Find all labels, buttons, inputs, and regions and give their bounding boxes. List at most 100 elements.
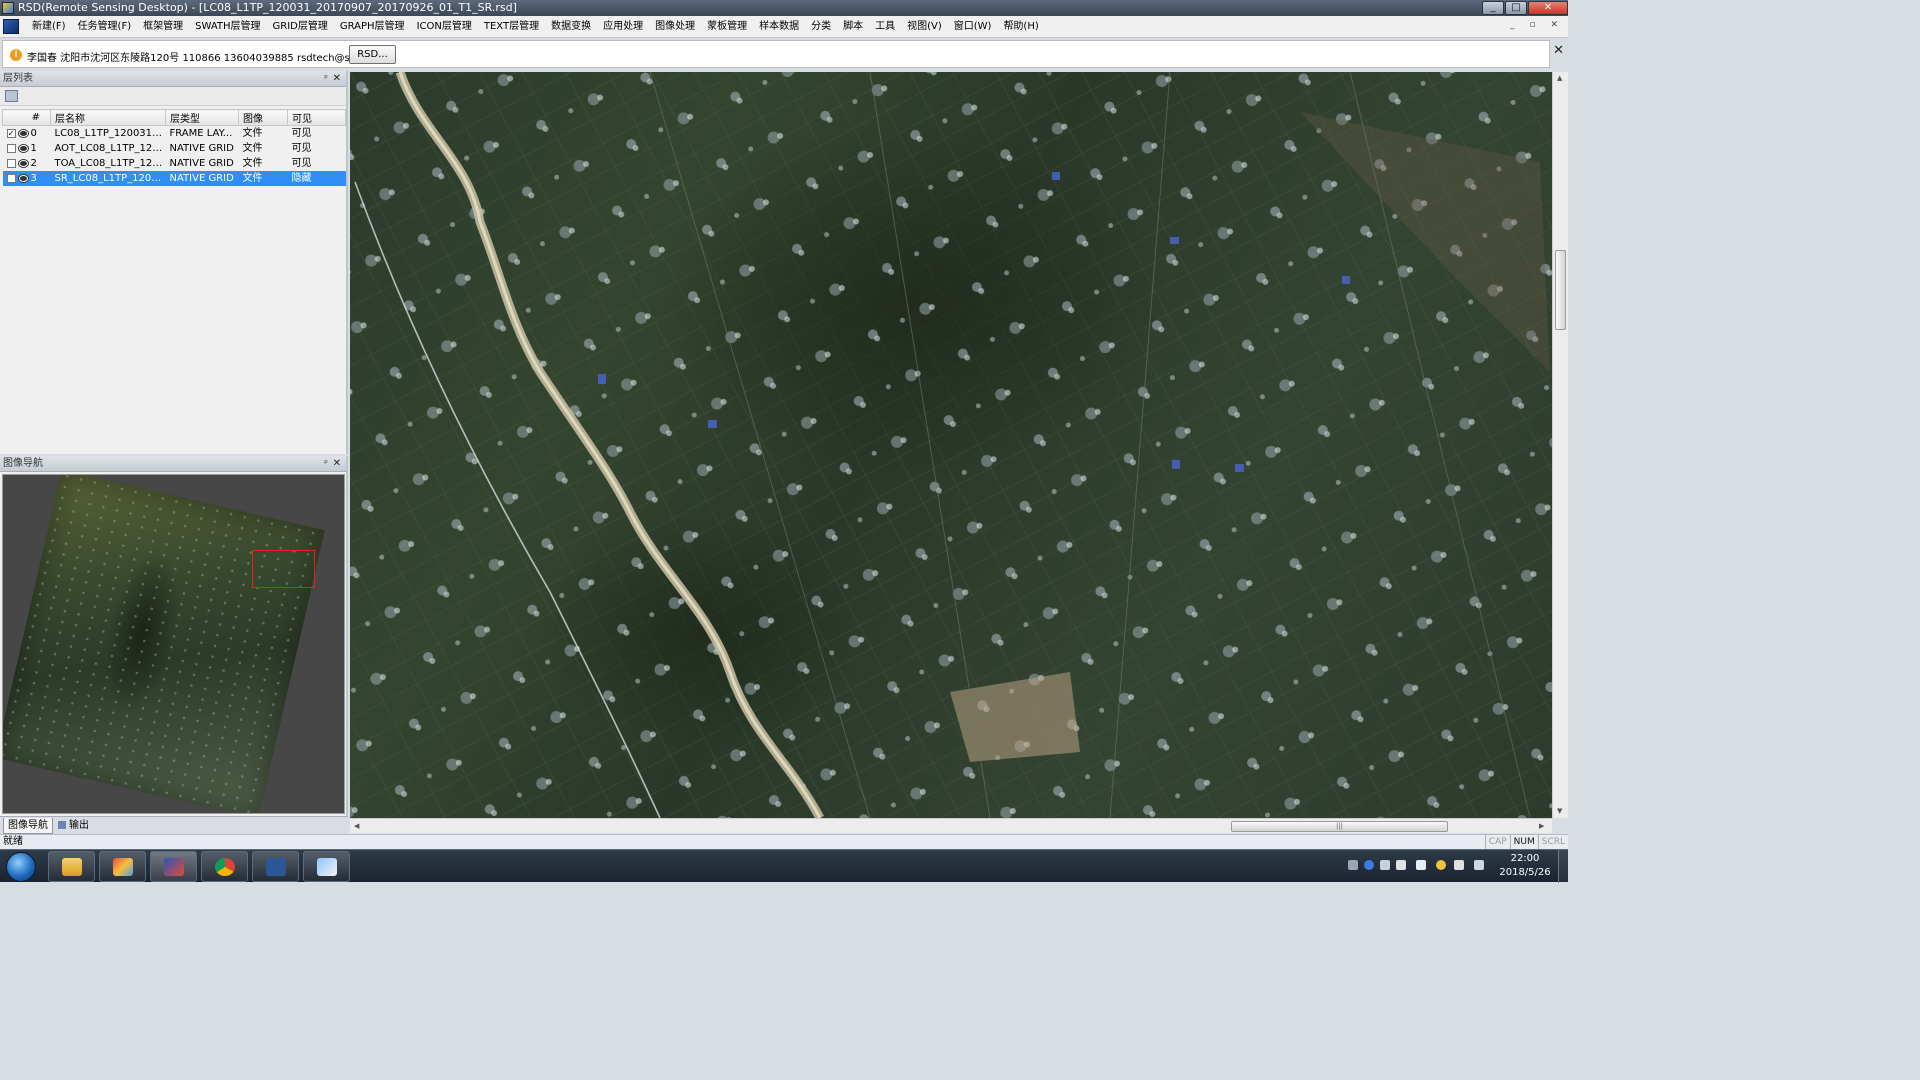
pin-icon[interactable]: ᵖ (324, 71, 328, 87)
menu-item[interactable]: 窗口(W) (948, 16, 998, 38)
system-tray (1340, 854, 1490, 880)
keyboard-icon[interactable] (1348, 860, 1358, 870)
open-layer-icon[interactable] (5, 90, 18, 102)
scroll-down-arrow-icon[interactable]: ▼ (1557, 807, 1562, 815)
taskbar-rsd-desktop[interactable] (150, 851, 197, 882)
image-navigation-panel: 图像导航 ᵖ ✕ (0, 456, 348, 816)
tab-output[interactable]: 输出 (54, 818, 93, 834)
layer-row[interactable]: 3 SR_LC08_L1TP_1200... NATIVE GRID 文件 隐藏 (2, 171, 346, 186)
eye-icon[interactable] (18, 174, 28, 182)
layer-index: 2 (30, 158, 37, 169)
satellite-image-view[interactable] (350, 72, 1552, 818)
start-button[interactable] (6, 852, 36, 882)
menu-item[interactable]: 蒙板管理 (701, 16, 753, 38)
taskbar-rsd-tool[interactable] (99, 851, 146, 882)
menu-item[interactable]: 样本数据 (753, 16, 805, 38)
pin-icon[interactable]: ᵖ (324, 456, 328, 472)
menu-item[interactable]: GRID层管理 (267, 16, 334, 38)
layer-visible-state: 隐藏 (287, 171, 346, 186)
menu-item[interactable]: 脚本 (837, 16, 869, 38)
help-icon[interactable] (1364, 860, 1374, 870)
arrow-up-icon[interactable] (1396, 860, 1406, 870)
menu-item[interactable]: TEXT层管理 (478, 16, 545, 38)
viewport-rectangle[interactable] (252, 550, 315, 588)
column-header-image[interactable]: 图像 (238, 109, 288, 126)
scroll-left-arrow-icon[interactable]: ◀ (354, 822, 359, 830)
folder-icon (62, 858, 82, 876)
layer-row[interactable]: ✓ 0 LC08_L1TP_120031~... FRAME LAY... 文件 可见 (3, 126, 346, 142)
layer-image-source: 文件 (242, 158, 263, 169)
taskbar-chrome[interactable] (201, 851, 248, 882)
menu-item[interactable]: 新建(F) (26, 16, 72, 38)
panel-close-icon[interactable]: ✕ (333, 71, 341, 87)
rsd-logo-icon (3, 19, 19, 34)
horizontal-scrollbar[interactable]: ◀ ||| ▶ (350, 818, 1552, 833)
show-desktop-button[interactable] (1558, 850, 1568, 883)
menu-item[interactable]: 工具 (869, 16, 901, 38)
tab-image-navigation[interactable]: 图像导航 (3, 818, 53, 834)
menu-item[interactable]: 任务管理(F) (72, 16, 138, 38)
layer-table: # 层名称 层类型 图像 可见 ✓ 0 LC08_L1TP_120031~... FR… (2, 109, 346, 186)
close-window-button[interactable]: ✕ (1528, 1, 1568, 15)
layer-row[interactable]: 1 AOT_LC08_L1TP_120... NATIVE GRID 文件 可见 (3, 141, 346, 156)
navigation-overview[interactable] (2, 474, 345, 814)
scroll-right-arrow-icon[interactable]: ▶ (1539, 822, 1544, 830)
mdi-window-controls[interactable]: _ ▫ ✕ (1510, 20, 1564, 30)
layer-type: NATIVE GRID (169, 158, 234, 169)
layer-visibility-checkbox[interactable] (6, 143, 16, 153)
vertical-scroll-thumb[interactable] (1555, 250, 1566, 330)
column-header-index[interactable]: # (2, 109, 51, 126)
column-header-visible[interactable]: 可见 (287, 109, 346, 126)
eye-icon[interactable] (18, 159, 28, 167)
column-header-name[interactable]: 层名称 (50, 109, 166, 126)
satellite-image (350, 72, 1552, 818)
tab-output-label: 输出 (69, 820, 89, 831)
layer-visibility-checkbox[interactable]: ✓ (6, 128, 16, 138)
taskbar-word[interactable] (252, 851, 299, 882)
layer-image-source: 文件 (242, 143, 263, 154)
layer-visibility-checkbox[interactable] (6, 158, 16, 168)
rsd-icon (164, 858, 184, 876)
vertical-scrollbar[interactable]: ▲ ▼ (1552, 72, 1568, 818)
network-icon[interactable] (1416, 860, 1426, 870)
scroll-up-arrow-icon[interactable]: ▲ (1557, 74, 1562, 82)
minimize-button[interactable]: _ (1482, 1, 1504, 15)
menu-item[interactable]: GRAPH层管理 (334, 16, 411, 38)
menu-item[interactable]: 框架管理 (137, 16, 189, 38)
menu-item[interactable]: 分类 (805, 16, 837, 38)
layer-row[interactable]: 2 TOA_LC08_L1TP_120... NATIVE GRID 文件 可见 (3, 156, 346, 171)
clock-date: 2018/5/26 (1499, 867, 1551, 878)
clock[interactable]: 22:00 2018/5/26 (1494, 852, 1556, 880)
nav-panel-header: 图像导航 ᵖ ✕ (0, 456, 346, 472)
action-center-icon[interactable] (1454, 860, 1464, 870)
rsd-button[interactable]: RSD... (349, 45, 396, 64)
menu-item[interactable]: 应用处理 (597, 16, 649, 38)
menu-item[interactable]: ICON层管理 (411, 16, 478, 38)
layer-panel-header: 层列表 ᵖ ✕ (0, 71, 346, 87)
menu-item[interactable]: 数据变换 (545, 16, 597, 38)
menu-item[interactable]: 视图(V) (901, 16, 948, 38)
volume-icon[interactable] (1474, 860, 1484, 870)
layer-index-cell: 1 (3, 141, 51, 156)
taskbar-paint[interactable] (303, 851, 350, 882)
qq-icon[interactable] (1436, 860, 1446, 870)
menu-item[interactable]: 图像处理 (649, 16, 701, 38)
layer-image-source: 文件 (242, 128, 263, 139)
contact-info-text: 李国春 沈阳市沈河区东陵路120号 110866 13604039885 rsd… (27, 53, 390, 64)
layer-visibility-checkbox[interactable] (6, 173, 16, 183)
column-header-type[interactable]: 层类型 (165, 109, 239, 126)
scene-thumbnail (3, 475, 325, 813)
num-lock-indicator: NUM (1509, 835, 1538, 849)
menu-item[interactable]: 帮助(H) (997, 16, 1044, 38)
maximize-button[interactable]: □ (1505, 1, 1527, 15)
menu-item[interactable]: SWATH层管理 (189, 16, 266, 38)
horizontal-scroll-thumb[interactable]: ||| (1231, 821, 1448, 832)
language-icon[interactable] (1380, 860, 1390, 870)
taskbar-file-explorer[interactable] (48, 851, 95, 882)
panel-close-icon[interactable]: ✕ (333, 456, 341, 472)
eye-icon[interactable] (18, 144, 28, 152)
caps-lock-indicator: CAP (1484, 835, 1510, 849)
eye-icon[interactable] (18, 129, 28, 137)
info-close-icon[interactable]: ✕ (1553, 43, 1564, 58)
layer-index: 0 (30, 128, 37, 139)
